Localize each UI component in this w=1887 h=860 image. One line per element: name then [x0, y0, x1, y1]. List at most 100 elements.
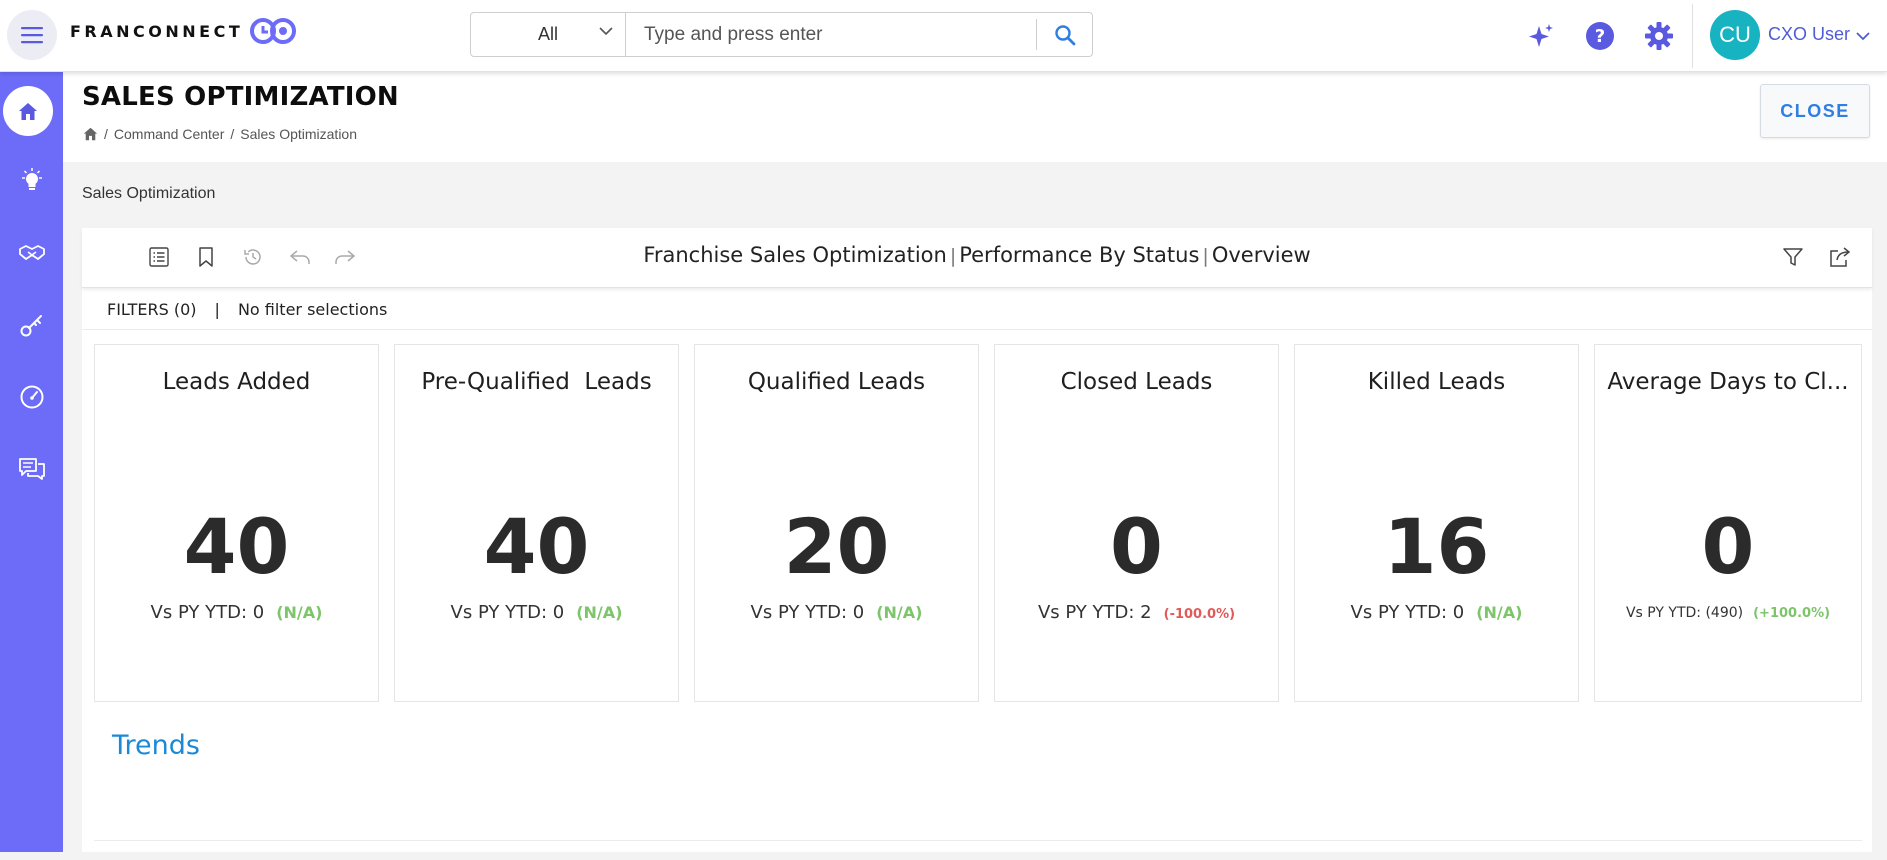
key-icon [20, 315, 42, 337]
breadcrumb-sales-optimization: Sales Optimization [240, 126, 357, 142]
kpi-comparison: Vs PY YTD: 0 (N/A) [395, 602, 678, 623]
logo-text: FRANCONNECT [70, 21, 244, 41]
breadcrumb-separator: / [104, 126, 108, 142]
kpi-change: (+100.0%) [1753, 606, 1831, 621]
chat-icon [18, 458, 45, 480]
kpi-card-pre-qualified-leads[interactable]: Pre-Qualified Leads 40 Vs PY YTD: 0 (N/A) [394, 344, 679, 702]
nav-insights[interactable] [0, 156, 63, 206]
home-icon[interactable] [83, 127, 98, 141]
top-bar: FRANCONNECT All ? [0, 0, 1887, 72]
kpi-change: (N/A) [576, 603, 623, 622]
dashboard-panel: Franchise Sales Optimization | Performance… [82, 228, 1872, 852]
filter-icon [1783, 248, 1803, 266]
search-icon [1054, 24, 1075, 45]
svg-text:?: ? [1595, 26, 1605, 47]
share-button[interactable] [1827, 244, 1853, 270]
kpi-comparison: Vs PY YTD: 0 (N/A) [1295, 602, 1578, 623]
global-search: All [470, 12, 1093, 57]
kpi-compare-text: Vs PY YTD: 0 [750, 602, 865, 623]
kpi-value: 0 [1110, 502, 1163, 591]
chevron-down-icon[interactable] [1856, 32, 1870, 41]
hamburger-icon [21, 27, 43, 44]
search-scope-value: All [537, 24, 558, 44]
kpi-compare-text: Vs PY YTD: 0 [150, 602, 265, 623]
kpi-comparison: Vs PY YTD: (490) (+100.0%) [1595, 605, 1861, 621]
kpi-comparison: Vs PY YTD: 0 (N/A) [695, 602, 978, 623]
user-name[interactable]: CXO User [1768, 24, 1850, 45]
kpi-title: Leads Added [162, 369, 311, 395]
kpi-comparison: Vs PY YTD: 2 (-100.0%) [995, 602, 1278, 623]
filters-value: No filter selections [237, 300, 388, 319]
kpi-card-killed-leads[interactable]: Killed Leads 16 Vs PY YTD: 0 (N/A) [1294, 344, 1579, 702]
kpi-card-qualified-leads[interactable]: Qualified Leads 20 Vs PY YTD: 0 (N/A) [694, 344, 979, 702]
kpi-value: 16 [1383, 502, 1490, 591]
filters-count[interactable]: FILTERS (0) [107, 300, 197, 319]
kpi-value: 0 [1701, 502, 1755, 591]
trends-card [94, 840, 1862, 860]
franconnect-logo[interactable]: FRANCONNECT [70, 18, 297, 44]
go-logo-icon [250, 18, 297, 44]
kpi-compare-text: Vs PY YTD: 2 [1037, 602, 1152, 623]
kpi-card-average-days-to-close[interactable]: Average Days to Cl... 0 Vs PY YTD: (490)… [1594, 344, 1862, 702]
kpi-card-closed-leads[interactable]: Closed Leads 0 Vs PY YTD: 2 (-100.0%) [994, 344, 1279, 702]
gauge-icon [20, 385, 43, 409]
breadcrumb: / Command Center / Sales Optimization [83, 126, 357, 142]
filters-separator: | [214, 300, 220, 319]
title-separator: | [1202, 245, 1209, 267]
title-separator: | [949, 245, 957, 267]
section-label: Sales Optimization [82, 185, 216, 202]
handshake-icon [18, 245, 45, 260]
page-title: SALES OPTIMIZATION [82, 82, 399, 112]
dashboard-title-part: Performance By Status [959, 243, 1200, 267]
nav-deals[interactable] [0, 228, 63, 278]
dashboard-title-part: Franchise Sales Optimization [643, 243, 947, 267]
help-icon: ? [1586, 22, 1614, 50]
breadcrumb-command-center[interactable]: Command Center [114, 126, 225, 142]
kpi-change: (N/A) [1476, 603, 1523, 622]
kpi-change: (-100.0%) [1163, 607, 1236, 622]
nav-home[interactable] [3, 86, 53, 136]
avatar[interactable]: CU [1710, 10, 1760, 60]
ai-sparkle-button[interactable] [1525, 20, 1557, 52]
gear-icon [1645, 22, 1673, 50]
dashboard-toolbar: Franchise Sales Optimization | Performance… [82, 228, 1872, 288]
kpi-title: Closed Leads [1060, 369, 1213, 395]
help-button[interactable]: ? [1584, 20, 1616, 52]
menu-button[interactable] [7, 10, 57, 60]
left-nav-rail [0, 72, 63, 852]
nav-access[interactable] [0, 300, 63, 350]
settings-button[interactable] [1643, 20, 1675, 52]
kpi-value: 40 [483, 502, 590, 591]
kpi-title: Qualified Leads [747, 369, 926, 395]
lightbulb-icon [21, 168, 42, 190]
close-button[interactable]: CLOSE [1760, 84, 1870, 138]
kpi-card-leads-added[interactable]: Leads Added 40 Vs PY YTD: 0 (N/A) [94, 344, 379, 702]
search-scope-select[interactable]: All [471, 13, 626, 56]
kpi-change: (N/A) [876, 603, 923, 622]
page-header: SALES OPTIMIZATION / Command Center / Sa… [63, 72, 1887, 162]
nav-performance[interactable] [0, 372, 63, 422]
dashboard-title-part: Overview [1211, 243, 1311, 267]
kpi-compare-text: Vs PY YTD: 0 [1350, 602, 1465, 623]
filter-button[interactable] [1780, 244, 1806, 270]
nav-messages[interactable] [0, 444, 63, 494]
kpi-title: Pre-Qualified Leads [421, 369, 652, 395]
sparkle-icon [1529, 24, 1553, 47]
breadcrumb-separator: / [230, 126, 235, 142]
home-icon [19, 102, 37, 120]
share-icon [1830, 247, 1851, 267]
chevron-down-icon [599, 27, 613, 36]
dashboard-title: Franchise Sales Optimization | Performance… [82, 243, 1872, 267]
kpi-value: 40 [183, 502, 290, 591]
kpi-title: Average Days to Cl... [1607, 369, 1849, 395]
kpi-compare-text: Vs PY YTD: 0 [450, 602, 565, 623]
kpi-value: 20 [783, 502, 890, 591]
kpi-comparison: Vs PY YTD: 0 (N/A) [95, 602, 378, 623]
search-input[interactable] [626, 13, 1036, 56]
kpi-change: (N/A) [276, 603, 323, 622]
kpi-compare-text: Vs PY YTD: (490) [1625, 605, 1744, 621]
search-button[interactable] [1036, 19, 1092, 50]
trends-heading: Trends [112, 730, 200, 761]
filters-bar: FILTERS (0) | No filter selections [82, 290, 1872, 330]
kpi-title: Killed Leads [1367, 369, 1506, 395]
